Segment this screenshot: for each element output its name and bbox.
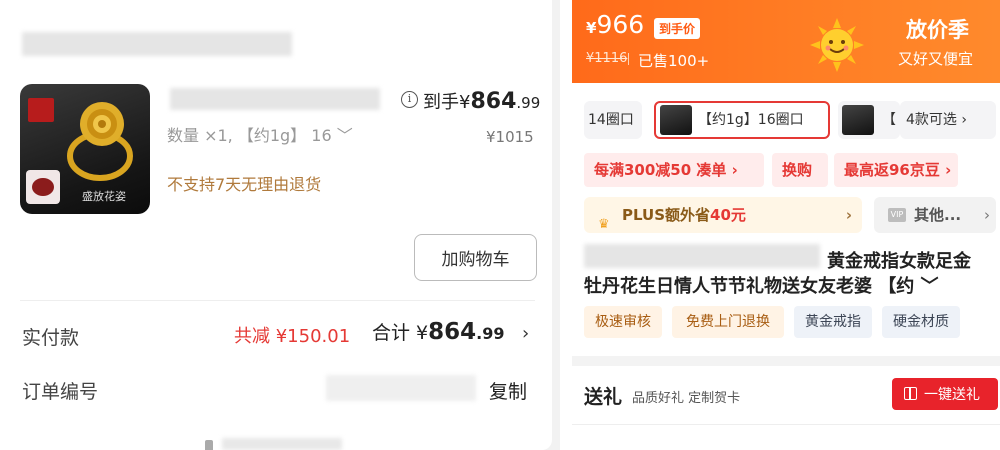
info-icon[interactable]: i [401,91,418,108]
store-name-redacted [22,32,292,56]
tag-gold-ring: 黄金戒指 [794,306,872,338]
divider [20,300,535,301]
option-thumbnail [842,105,874,135]
option-16-ring-selected[interactable]: 【约1g】16圈口 [654,101,830,139]
tag-hard-gold: 硬金材质 [882,306,960,338]
plus-savings-banner[interactable]: ♛ PLUS额外省40元 › [584,197,862,233]
season-subtitle: 又好又便宜 [898,50,974,68]
brand-logo [28,98,54,122]
copy-order-button[interactable]: 复制 [489,377,527,404]
vip-icon: VIP [888,208,906,222]
product-title-redacted [170,88,380,110]
payment-label: 实付款 [22,327,80,349]
promo-jd-beans[interactable]: 最高返96京豆 › [834,153,958,187]
banner-price: ¥966 [586,10,645,39]
no-return-notice: 不支持7天无理由退货 [167,175,322,194]
gift-subtitle: 品质好礼 定制贺卡 [632,391,741,406]
original-price: ¥1015 [486,128,534,146]
sun-mascot-icon [810,18,864,72]
price-banner: ¥966 到手价 ¥1116 已售100+ 放价季 又好又便宜 [572,0,1000,83]
season-title: 放价季 [906,18,969,42]
product-detail-panel: ¥966 到手价 ¥1116 已售100+ 放价季 又好又便宜 14圈口 【约1… [572,0,1000,450]
thumbnail-caption: 盛放花姿 [82,190,126,203]
promo-full-reduction[interactable]: 每满300减50 凑单 › [584,153,764,187]
more-options-button[interactable]: 4款可选 › [900,101,996,139]
chevron-right-icon[interactable]: › [522,323,529,344]
gift-label: 送礼 [584,386,623,408]
strike-price: ¥1116 [586,51,628,66]
sold-count: 已售100+ [638,52,710,70]
total-amount[interactable]: 合计 ¥864.99 [372,318,505,345]
discount-amount: 共减 ¥150.01 [234,326,351,347]
order-detail-panel: 盛放花姿 i 到手¥864.99 数量 ×1, 【约1g】 16 ﹀ ¥1015… [0,0,560,450]
vip-other-button[interactable]: VIP 其他... › [874,197,996,233]
tag-fast-review: 极速审核 [584,306,662,338]
promo-exchange[interactable]: 换购 [772,153,828,187]
order-card: 盛放花姿 i 到手¥864.99 数量 ×1, 【约1g】 16 ﹀ ¥1015… [0,0,552,450]
product-spec-selector[interactable]: 数量 ×1, 【约1g】 16 ﹀ [167,122,353,146]
add-to-cart-button[interactable]: 加购物车 [414,234,537,281]
product-title-line2[interactable]: 牡丹花生日情人节节礼物送女友老婆 【约 ﹀ [584,272,939,298]
chevron-right-icon: › [845,206,852,224]
order-number-label: 订单编号 [22,381,99,403]
option-more[interactable]: 【 [838,101,900,139]
product-title-redacted [584,244,820,268]
chevron-right-icon: › [984,206,990,224]
one-click-gift-button[interactable]: 一键送礼 [892,378,998,410]
thumbnail-badge [26,170,60,204]
price-tag-badge: 到手价 [654,18,701,39]
order-number-redacted [326,375,476,401]
tag-free-return: 免费上门退换 [672,306,784,338]
product-title-line1: 黄金戒指女款足金 [827,251,971,272]
gold-flower-ring-icon [67,102,133,181]
crown-icon: ♛ [598,217,610,232]
gift-icon [904,387,917,400]
option-thumbnail [660,105,692,135]
product-thumbnail[interactable]: 盛放花姿 [20,84,150,214]
option-14-ring[interactable]: 14圈口 [584,101,642,139]
final-price: 到手¥864.99 [423,89,541,114]
